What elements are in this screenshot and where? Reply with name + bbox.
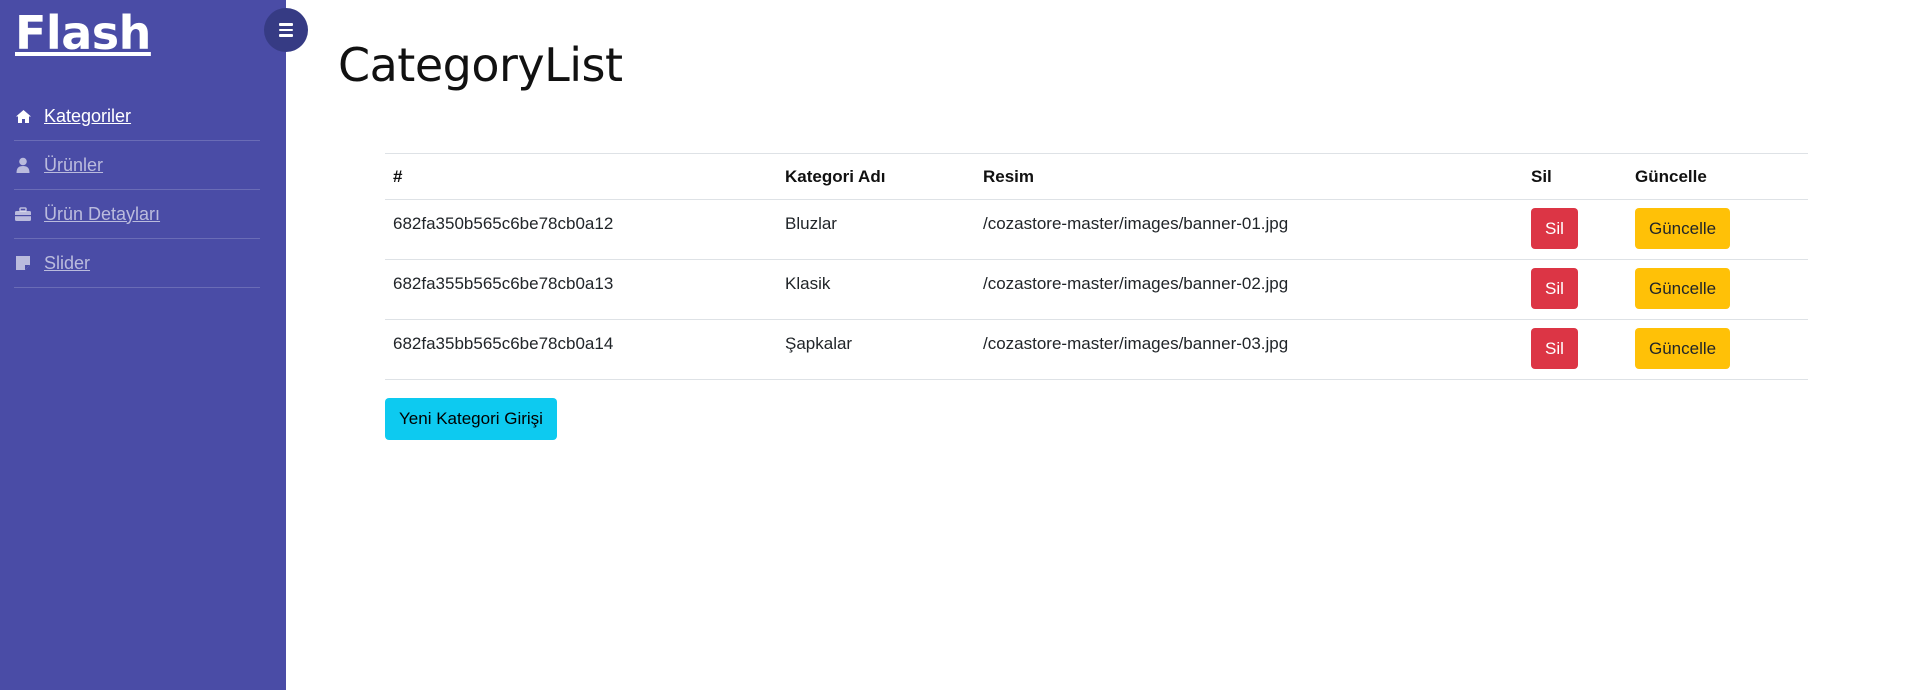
column-header-delete: Sil [1523, 153, 1627, 200]
cell-id: 682fa350b565c6be78cb0a12 [385, 199, 777, 260]
delete-button[interactable]: Sil [1531, 328, 1578, 369]
user-icon [14, 156, 32, 174]
sidebar-item-label: Ürünler [44, 154, 104, 175]
sidebar-item-label: Kategoriler [44, 105, 132, 126]
sidebar-item-urun-detaylari[interactable]: Ürün Detayları [14, 190, 260, 239]
brand-logo[interactable]: Flash [15, 6, 151, 60]
sidebar-item-kategoriler[interactable]: Kategoriler [14, 92, 260, 141]
table-row: 682fa35bb565c6be78cb0a14 Şapkalar /cozas… [385, 319, 1808, 380]
cell-name: Bluzlar [777, 199, 975, 260]
sidebar-toggle-button[interactable] [264, 8, 308, 52]
column-header-name: Kategori Adı [777, 153, 975, 200]
cell-id: 682fa355b565c6be78cb0a13 [385, 259, 777, 320]
sidebar-item-slider[interactable]: Slider [14, 239, 260, 288]
sidebar-item-label: Slider [44, 252, 91, 273]
delete-button[interactable]: Sil [1531, 208, 1578, 249]
new-category-button[interactable]: Yeni Kategori Girişi [385, 398, 557, 440]
column-header-update: Güncelle [1627, 153, 1808, 200]
cell-image: /cozastore-master/images/banner-03.jpg [975, 319, 1523, 380]
column-header-id: # [385, 153, 777, 200]
delete-button[interactable]: Sil [1531, 268, 1578, 309]
sidebar-item-urunler[interactable]: Ürünler [14, 141, 260, 190]
category-table: # Kategori Adı Resim Sil Güncelle 682fa3… [385, 153, 1808, 380]
table-row: 682fa350b565c6be78cb0a12 Bluzlar /cozast… [385, 199, 1808, 260]
cell-name: Klasik [777, 259, 975, 320]
sidebar-item-label: Ürün Detayları [44, 203, 161, 224]
update-button[interactable]: Güncelle [1635, 328, 1731, 369]
page-title: CategoryList [338, 38, 623, 92]
sidebar-nav: Kategoriler Ürünler Ürün Detayları Slide… [14, 92, 260, 288]
sidebar: Flash Kategoriler Ürünler Ürün Detayları… [0, 0, 286, 690]
cell-image: /cozastore-master/images/banner-02.jpg [975, 259, 1523, 320]
update-button[interactable]: Güncelle [1635, 208, 1731, 249]
column-header-image: Resim [975, 153, 1523, 200]
cell-name: Şapkalar [777, 319, 975, 380]
home-icon [14, 107, 32, 125]
category-table-container: # Kategori Adı Resim Sil Güncelle 682fa3… [385, 153, 1808, 380]
sticky-note-icon [14, 254, 32, 272]
update-button[interactable]: Güncelle [1635, 268, 1731, 309]
cell-image: /cozastore-master/images/banner-01.jpg [975, 199, 1523, 260]
cell-id: 682fa35bb565c6be78cb0a14 [385, 319, 777, 380]
table-header-row: # Kategori Adı Resim Sil Güncelle [385, 153, 1808, 200]
menu-icon [279, 23, 293, 37]
briefcase-icon [14, 205, 32, 223]
table-row: 682fa355b565c6be78cb0a13 Klasik /cozasto… [385, 259, 1808, 320]
